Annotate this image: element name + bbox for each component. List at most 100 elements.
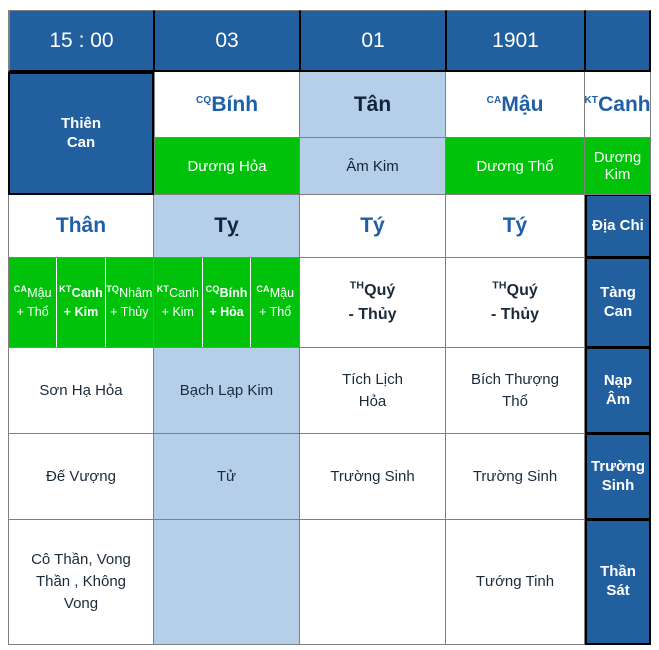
dia-chi-cell-month: Tý [300,195,446,258]
truong-sinh-cell-day: Tử [154,434,300,520]
tang-can-sup-month: TH [349,279,365,292]
tang-can-sub-sup: CQ [205,283,220,294]
thien-can-name-day: Tân [353,92,392,116]
tang-can-sub: CAMậu + Thổ [251,258,299,347]
tang-can-sub-name: KTCanh [59,284,103,303]
tang-can-sub-stem: Canh [169,285,199,300]
than-sat-cell-time: Cô Thần, Vong Thần , Không Vong [8,520,154,645]
tang-can-sub-stem: Canh [71,285,103,300]
tang-can-elem-month: - Thủy [348,305,397,323]
tang-can-sub-sup: KT [156,283,170,294]
dia-chi-cell-time: Thân [8,195,154,258]
row-label-truong-sinh: Trường Sinh [585,434,651,520]
row-label-nap-am-line1: Nạp [603,371,633,389]
than-sat-value-time-line2: Thần , Không [35,573,127,591]
tang-can-sub-stem: Mậu [27,285,52,300]
row-label-than-sat-line1: Thần [600,563,636,581]
tang-can-sub: TQNhâm + Thủy [105,258,153,347]
thien-can-name-time: Bính [211,92,259,116]
tang-can-sub-sup: TQ [106,283,120,294]
tang-can-sub: KTCanh + Kim [154,258,203,347]
row-label-truong-sinh-line1: Trường [590,457,646,475]
tang-can-sup-year: TH [492,279,507,292]
tang-can-sub-name: CAMậu [256,284,294,303]
nap-am-cell-time: Sơn Hạ Hỏa [8,348,154,434]
thien-can-cell-day: Tân [300,72,446,138]
row-label-truong-sinh-line2: Sinh [601,476,635,494]
tang-can-sub-name: CAMậu [14,284,52,303]
header-cell-month: 01 [300,10,446,72]
truong-sinh-cell-time: Đế Vượng [8,434,154,520]
nap-am-value-month-line1: Tích Lịch [342,370,403,388]
thien-can-sup-time: CQ [195,94,212,106]
tang-can-name-month: THQuý [350,279,396,303]
tang-can-cell-month: THQuý - Thủy [300,258,446,348]
header-cell-time: 15 : 00 [8,10,154,72]
tang-can-sub-elem: + Thủy [110,304,149,319]
thien-can-element-cell-month: Dương Thổ [446,138,585,195]
dia-chi-value-month: Tý [360,214,385,237]
row-label-thien-can-line2: Can [66,133,96,151]
tang-can-name-year: THQuý [492,279,538,303]
than-sat-cell-day [154,520,300,645]
thien-can-name-year: Canh [598,92,651,116]
tang-can-cell-year: THQuý - Thủy [446,258,585,348]
tang-can-sub-sup: CA [13,283,28,294]
truong-sinh-value-year: Trường Sinh [472,467,558,485]
than-sat-cell-month [300,520,446,645]
header-time-label: 15 : 00 [49,28,114,52]
header-cell-day: 03 [154,10,300,72]
thien-can-element-year: Dương Kim [593,149,642,183]
truong-sinh-value-month: Trường Sinh [330,467,415,485]
thien-can-element-month: Dương Thổ [476,157,554,175]
header-year-label: 1901 [492,28,539,52]
bazi-table: 15 : 00 03 01 1901 CQBính Tân CAMậu KTCa… [8,10,651,645]
tang-can-sub-stem: Nhâm [119,285,153,300]
thien-can-element-cell-day: Âm Kim [300,138,446,195]
tang-can-sub-name: TQNhâm [106,284,152,303]
dia-chi-cell-day: Tỵ [154,195,300,258]
thien-can-sup-year: KT [585,94,599,106]
row-label-thien-can: Thiên Can [8,72,154,195]
tang-can-sub-name: KTCanh [157,284,199,303]
dia-chi-value-time: Thân [55,214,107,237]
thien-can-element-cell-time: Dương Hỏa [154,138,300,195]
nap-am-value-year-line2: Thổ [502,392,528,410]
tang-can-sub-name: CQBính [206,284,248,303]
thien-can-value-time: CQBính [196,93,258,117]
row-label-tang-can-line1: Tàng [600,283,636,301]
tang-can-sub-elem: + Thổ [16,304,49,319]
row-label-nap-am: Nạp Âm [585,348,651,434]
tang-can-sub-sup: KT [59,283,72,294]
than-sat-value-time-line1: Cô Thần, Vong [31,551,131,569]
thien-can-cell-year: KTCanh [585,72,651,138]
row-label-than-sat: Thần Sát [585,520,651,645]
row-label-tang-can-line2: Can [603,302,633,320]
than-sat-cell-year: Tướng Tinh [446,520,585,645]
thien-can-element-time: Dương Hỏa [187,157,267,175]
thien-can-name-month: Mậu [501,92,544,116]
row-label-dia-chi-text: Địa Chi [592,216,644,234]
dia-chi-cell-year: Tý [446,195,585,258]
nap-am-cell-day: Bạch Lạp Kim [154,348,300,434]
nap-am-cell-month: Tích Lịch Hỏa [300,348,446,434]
tang-can-elem-year: - Thủy [491,305,539,323]
tang-can-stem-month: Quý [364,281,396,299]
dia-chi-value-year: Tý [502,214,528,237]
tang-can-stem-year: Quý [506,281,538,299]
truong-sinh-value-day: Tử [216,467,237,485]
row-label-than-sat-line2: Sát [606,582,630,599]
tang-can-sub-stem: Bính [219,285,248,300]
than-sat-value-time-line3: Vong [63,594,99,612]
header-cell-rowlabel [585,10,651,72]
bazi-chart-root: 15 : 00 03 01 1901 CQBính Tân CAMậu KTCa… [0,0,659,650]
nap-am-value-month-line2: Hỏa [358,392,387,410]
truong-sinh-cell-month: Trường Sinh [300,434,446,520]
thien-can-sup-month: CA [486,94,502,106]
tang-can-sub-elem: + Kim [63,304,99,319]
thien-can-value-month: CAMậu [487,93,544,117]
tang-can-sub: CQBính + Hỏa [202,258,252,347]
row-label-tang-can: Tàng Can [585,258,651,348]
thien-can-element-cell-year: Dương Kim [585,138,651,195]
row-label-nap-am-line2: Âm [605,390,631,408]
